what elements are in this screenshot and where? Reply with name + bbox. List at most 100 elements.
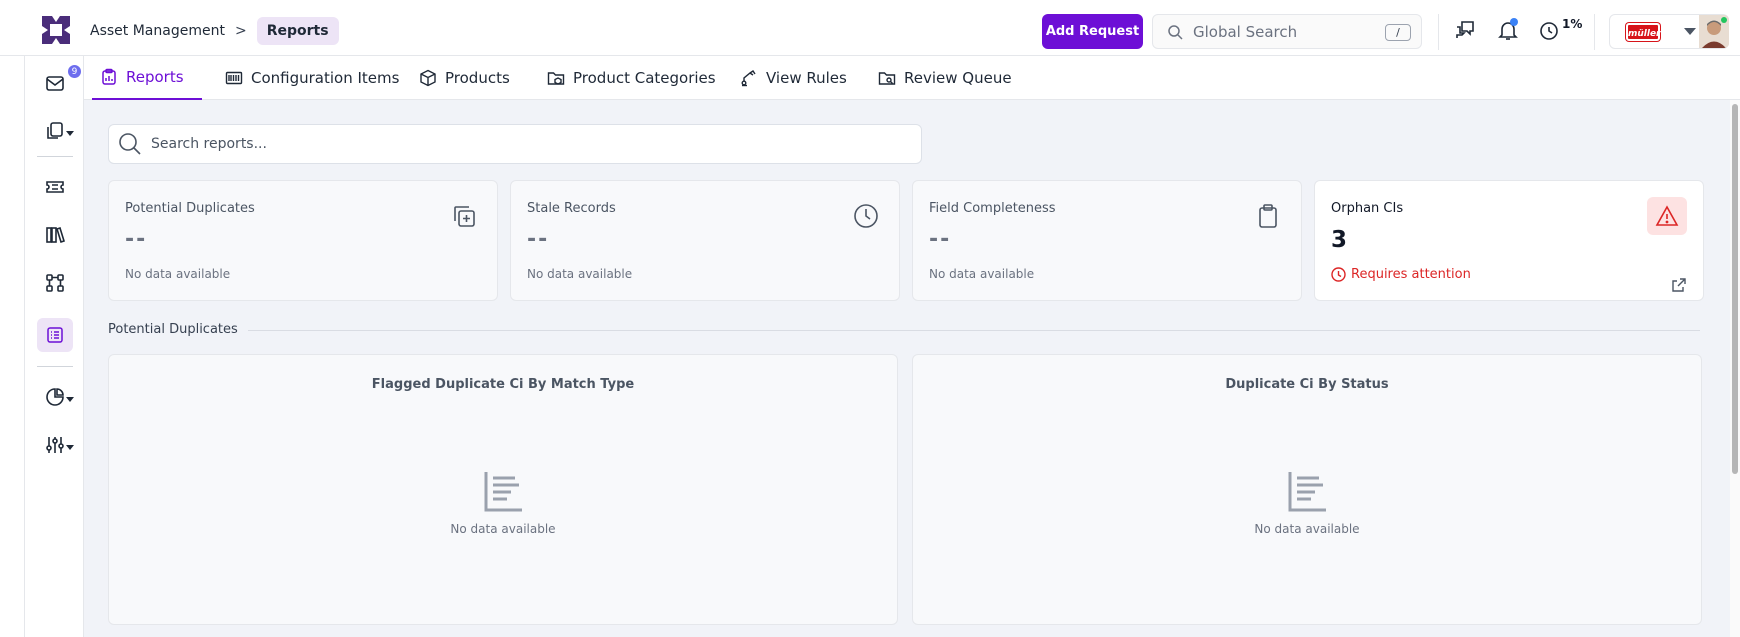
tab-reports[interactable]: Reports <box>92 56 202 100</box>
card-orphan-cis[interactable]: Orphan CIs 3 Requires attention <box>1314 180 1704 301</box>
alert-triangle-icon <box>1655 205 1679 226</box>
requires-attention: Requires attention <box>1331 267 1471 282</box>
workflow-icon <box>46 274 64 292</box>
inbox-icon <box>46 76 64 91</box>
left-sidebar: 9 <box>24 56 84 637</box>
sidebar-item-library[interactable] <box>37 218 73 252</box>
tab-label: Review Queue <box>904 69 1012 87</box>
sidebar-item-analytics[interactable] <box>37 380 74 414</box>
report-search-box[interactable] <box>108 124 922 164</box>
online-status-dot <box>1721 17 1727 23</box>
breadcrumb-root[interactable]: Asset Management <box>90 23 225 39</box>
tab-bar: Reports Configuration Items Products Pro… <box>84 56 1740 100</box>
folder-box-icon <box>547 72 565 85</box>
chevron-down-icon[interactable] <box>1684 28 1696 35</box>
chat-icon[interactable] <box>1453 18 1477 42</box>
search-icon <box>119 133 141 155</box>
chart-duplicate-by-status: Duplicate Ci By Status No data available <box>912 354 1702 625</box>
section-divider <box>108 330 1700 331</box>
card-value: -- <box>527 227 550 252</box>
empty-state-text: No data available <box>450 522 556 536</box>
sidebar-item-copy[interactable] <box>37 114 74 148</box>
sidebar-item-reports[interactable] <box>37 318 73 352</box>
sliders-icon <box>46 437 64 453</box>
sidebar-item-settings[interactable] <box>37 428 74 462</box>
top-bar: Asset Management > Reports Add Request G… <box>0 0 1740 56</box>
notification-dot <box>1510 18 1518 26</box>
alert-badge <box>1647 197 1687 235</box>
chart-flagged-duplicates-by-match-type: Flagged Duplicate Ci By Match Type No da… <box>108 354 898 625</box>
barcode-icon <box>225 71 243 85</box>
search-shortcut-key: / <box>1385 24 1411 41</box>
clipboard-icon <box>1259 204 1277 228</box>
tab-view-rules[interactable]: View Rules <box>732 56 855 100</box>
report-search-input[interactable] <box>151 136 911 152</box>
copy-plus-icon <box>454 206 475 227</box>
empty-chart-icon <box>1288 472 1326 512</box>
card-subtitle: No data available <box>125 267 231 281</box>
tab-label: Products <box>445 69 510 87</box>
vertical-scrollbar[interactable] <box>1730 100 1740 637</box>
sidebar-item-inbox[interactable]: 9 <box>37 64 82 100</box>
library-icon <box>46 226 65 244</box>
card-subtitle: No data available <box>929 267 1035 281</box>
add-request-button[interactable]: Add Request <box>1042 14 1143 49</box>
reports-tab-icon <box>102 68 116 85</box>
divider <box>1438 14 1439 50</box>
progress-percent: 1% <box>1562 17 1583 31</box>
org-logo: müller <box>1626 23 1661 41</box>
empty-state-text: No data available <box>1254 522 1360 536</box>
chart-title: Flagged Duplicate Ci By Match Type <box>371 377 635 392</box>
sidebar-item-tickets[interactable] <box>37 170 73 204</box>
attention-text: Requires attention <box>1351 267 1471 282</box>
card-value: 3 <box>1331 227 1348 253</box>
card-title: Orphan CIs <box>1331 201 1404 216</box>
org-switcher[interactable]: müller <box>1609 14 1729 49</box>
avatar[interactable] <box>1699 15 1729 48</box>
card-stale-records[interactable]: Stale Records -- No data available <box>510 180 900 301</box>
card-value: -- <box>125 227 148 252</box>
tab-label: Reports <box>126 68 184 86</box>
app-root: Asset Management > Reports Add Request G… <box>0 0 1740 637</box>
external-link-icon[interactable] <box>1671 277 1687 293</box>
tab-label: Configuration Items <box>251 69 400 87</box>
breadcrumb: Asset Management > Reports <box>90 16 339 46</box>
sidebar-divider <box>37 156 73 157</box>
card-subtitle: No data available <box>527 267 633 281</box>
card-title: Field Completeness <box>929 201 1056 216</box>
tab-review-queue[interactable]: Review Queue <box>870 56 1020 100</box>
chart-title: Duplicate Ci By Status <box>1225 377 1389 392</box>
timer-icon[interactable] <box>1537 18 1561 42</box>
inbox-badge: 9 <box>67 64 82 79</box>
card-potential-duplicates[interactable]: Potential Duplicates -- No data availabl… <box>108 180 498 301</box>
copy-icon <box>47 122 63 139</box>
box-icon <box>420 69 436 87</box>
main-content: Potential Duplicates -- No data availabl… <box>84 100 1730 637</box>
chevron-down-icon <box>66 445 74 450</box>
app-logo-icon[interactable] <box>40 14 72 46</box>
search-icon <box>1168 24 1183 40</box>
empty-chart-icon <box>484 472 522 512</box>
section-title: Potential Duplicates <box>108 322 248 337</box>
reports-icon <box>47 327 63 343</box>
scrollbar-thumb[interactable] <box>1732 104 1738 474</box>
sidebar-divider <box>37 366 73 367</box>
breadcrumb-current[interactable]: Reports <box>256 17 339 45</box>
divider <box>1594 14 1595 50</box>
tab-label: View Rules <box>766 69 847 87</box>
tab-product-categories[interactable]: Product Categories <box>539 56 724 100</box>
card-field-completeness[interactable]: Field Completeness -- No data available <box>912 180 1302 301</box>
card-title: Potential Duplicates <box>125 201 255 216</box>
chart-pie-icon <box>46 388 64 406</box>
ticket-icon <box>46 181 64 193</box>
tab-configuration-items[interactable]: Configuration Items <box>217 56 407 100</box>
clock-alert-icon <box>1331 267 1346 282</box>
tab-label: Product Categories <box>573 69 716 87</box>
card-title: Stale Records <box>527 201 616 216</box>
chevron-down-icon <box>66 397 74 402</box>
sidebar-item-workflow[interactable] <box>37 266 73 300</box>
robot-arm-icon <box>741 70 756 87</box>
global-search-input[interactable]: Global Search / <box>1152 14 1422 49</box>
global-search-placeholder: Global Search <box>1193 22 1298 41</box>
tab-products[interactable]: Products <box>411 56 518 100</box>
